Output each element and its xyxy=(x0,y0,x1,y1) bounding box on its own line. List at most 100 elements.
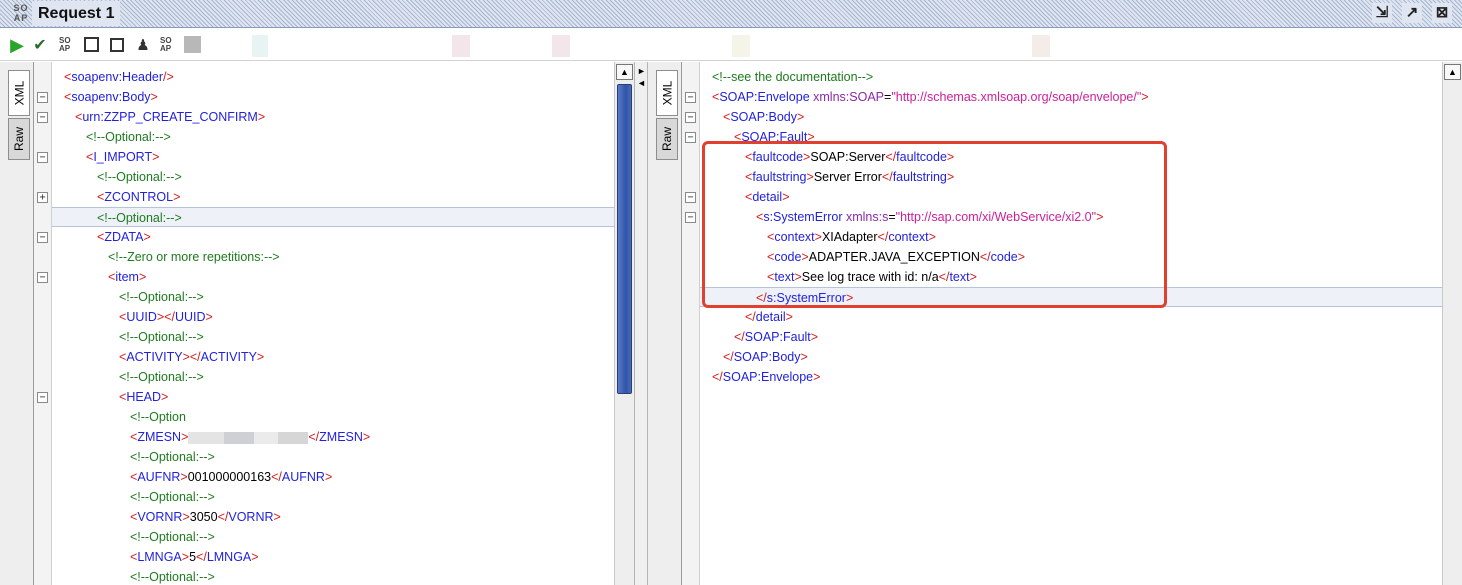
xml-token-el: context xyxy=(888,230,929,244)
code-line-content: </detail> xyxy=(700,310,793,324)
code-line-content: <SOAP:Body> xyxy=(700,110,804,124)
code-line[interactable]: <!--Zero or more repetitions:--> xyxy=(52,247,614,267)
tab-xml[interactable]: XML xyxy=(8,70,30,116)
xml-token-br: </ xyxy=(756,291,767,305)
detach-icon[interactable]: ⇲ xyxy=(1372,3,1392,23)
maximize-icon[interactable]: ↗ xyxy=(1402,3,1422,23)
redaction-mask xyxy=(1032,35,1050,57)
frame-icon[interactable] xyxy=(84,37,99,52)
pane-splitter[interactable]: ► ◄ xyxy=(634,62,648,585)
response-editor: XML Raw − − − − − <!--see the documentation-… xyxy=(648,62,1462,585)
code-line[interactable]: <detail> xyxy=(700,187,1442,207)
code-line[interactable]: <SOAP:Body> xyxy=(700,107,1442,127)
request-xml-code[interactable]: <soapenv:Header/> <soapenv:Body> <urn:ZZPP… xyxy=(52,62,614,585)
xml-token-br: > xyxy=(814,230,822,244)
vertical-scrollbar[interactable]: ▲ xyxy=(1442,62,1462,585)
collapse-node-icon[interactable]: − xyxy=(37,112,48,123)
redaction-mask xyxy=(452,35,470,57)
collapse-node-icon[interactable]: − xyxy=(685,112,696,123)
code-line[interactable]: <ZCONTROL> xyxy=(52,187,614,207)
code-line[interactable]: <LMNGA>5</LMNGA> xyxy=(52,547,614,567)
code-line-content: <!--Optional:--> xyxy=(52,370,204,384)
vertical-scrollbar[interactable]: ▲ xyxy=(614,62,634,585)
tab-raw[interactable]: Raw xyxy=(656,118,678,160)
submit-icon[interactable]: ▶ xyxy=(8,35,26,55)
code-line[interactable]: </SOAP:Fault> xyxy=(700,327,1442,347)
collapse-node-icon[interactable]: − xyxy=(37,232,48,243)
code-line[interactable]: <!--Optional:--> xyxy=(52,327,614,347)
code-line[interactable]: <faultcode>SOAP:Server</faultcode> xyxy=(700,147,1442,167)
code-line[interactable]: <!--Optional:--> xyxy=(52,287,614,307)
code-line[interactable]: </SOAP:Body> xyxy=(700,347,1442,367)
collapse-node-icon[interactable]: − xyxy=(37,152,48,163)
code-line[interactable]: <I_IMPORT> xyxy=(52,147,614,167)
expand-node-icon[interactable]: + xyxy=(37,192,48,203)
code-line[interactable]: <!--Option xyxy=(52,407,614,427)
scroll-thumb[interactable] xyxy=(617,84,632,394)
code-line[interactable]: </detail> xyxy=(700,307,1442,327)
tab-raw[interactable]: Raw xyxy=(8,118,30,160)
code-line[interactable]: <soapenv:Body> xyxy=(52,87,614,107)
tab-xml-label: XML xyxy=(660,80,674,106)
collapse-node-icon[interactable]: − xyxy=(37,392,48,403)
code-line[interactable]: <!--Optional:--> xyxy=(52,207,614,227)
code-line[interactable]: <AUFNR>001000000163</AUFNR> xyxy=(52,467,614,487)
code-line[interactable]: <s:SystemError xmlns:s="http://sap.com/x… xyxy=(700,207,1442,227)
xml-token-el: SOAP:Envelope xyxy=(722,370,814,384)
code-line[interactable]: </SOAP:Envelope> xyxy=(700,367,1442,387)
code-line[interactable]: <!--Optional:--> xyxy=(52,447,614,467)
code-line-content: <LMNGA>5</LMNGA> xyxy=(52,550,259,564)
xml-token-el: s:SystemError xyxy=(766,291,846,305)
code-line[interactable]: <urn:ZZPP_CREATE_CONFIRM> xyxy=(52,107,614,127)
code-line[interactable]: <!--Optional:--> xyxy=(52,527,614,547)
code-line[interactable]: <faultstring>Server Error</faultstring> xyxy=(700,167,1442,187)
code-line[interactable]: <text>See log trace with id: n/a</text> xyxy=(700,267,1442,287)
xml-token-br: > xyxy=(785,310,793,324)
square-icon[interactable] xyxy=(110,38,124,52)
code-line[interactable]: </s:SystemError> xyxy=(700,287,1442,307)
code-line[interactable]: <ACTIVITY></ACTIVITY> xyxy=(52,347,614,367)
code-line[interactable]: <VORNR>3050</VORNR> xyxy=(52,507,614,527)
scroll-up-icon[interactable]: ▲ xyxy=(616,64,633,80)
collapse-node-icon[interactable]: − xyxy=(685,92,696,103)
code-line[interactable]: <item> xyxy=(52,267,614,287)
code-line[interactable]: <!--Optional:--> xyxy=(52,167,614,187)
code-line[interactable]: <ZDATA> xyxy=(52,227,614,247)
code-line[interactable]: <!--see the documentation--> xyxy=(700,67,1442,87)
xml-token-com: <!--Option xyxy=(130,410,186,424)
redaction-mask xyxy=(552,35,570,57)
code-line[interactable]: <UUID></UUID> xyxy=(52,307,614,327)
soap-icon[interactable]: SO AP xyxy=(160,36,178,54)
scroll-up-icon[interactable]: ▲ xyxy=(1444,64,1461,80)
tab-xml[interactable]: XML xyxy=(656,70,678,116)
code-line[interactable]: <code>ADAPTER.JAVA_EXCEPTION</code> xyxy=(700,247,1442,267)
run-step-icon[interactable]: ✔ xyxy=(31,36,49,54)
fold-gutter: − − − − − xyxy=(682,62,700,585)
xml-token-val: "http://schemas.xmlsoap.org/soap/envelop… xyxy=(891,90,1142,104)
tab-raw-label: Raw xyxy=(660,126,675,152)
collapse-node-icon[interactable]: − xyxy=(685,192,696,203)
code-line[interactable]: <!--Optional:--> xyxy=(52,367,614,387)
response-xml-code[interactable]: <!--see the documentation--> <SOAP:Envelo… xyxy=(700,62,1442,585)
code-line[interactable]: <SOAP:Envelope xmlns:SOAP="http://schema… xyxy=(700,87,1442,107)
collapse-node-icon[interactable]: − xyxy=(685,132,696,143)
collapse-node-icon[interactable]: − xyxy=(685,212,696,223)
code-line[interactable]: <!--Optional:--> xyxy=(52,487,614,507)
code-line[interactable]: <!--Optional:--> xyxy=(52,567,614,585)
collapse-right-icon[interactable]: ► xyxy=(637,66,646,76)
code-line[interactable]: <ZMESN> </ZMESN> xyxy=(52,427,614,447)
code-line[interactable]: <HEAD> xyxy=(52,387,614,407)
code-line[interactable]: <SOAP:Fault> xyxy=(700,127,1442,147)
collapse-node-icon[interactable]: − xyxy=(37,272,48,283)
xml-token-el: s:SystemError xyxy=(763,210,843,224)
user-icon[interactable]: ♟ xyxy=(134,36,152,54)
soap-icon[interactable]: SO AP xyxy=(59,36,77,54)
code-line[interactable]: <context>XIAdapter</context> xyxy=(700,227,1442,247)
collapse-node-icon[interactable]: − xyxy=(37,92,48,103)
block-icon[interactable] xyxy=(184,36,201,53)
code-line[interactable]: <soapenv:Header/> xyxy=(52,67,614,87)
collapse-left-icon[interactable]: ◄ xyxy=(637,78,646,88)
code-line[interactable]: <!--Optional:--> xyxy=(52,127,614,147)
xml-token-br: > xyxy=(173,190,181,204)
close-icon[interactable]: ⊠ xyxy=(1432,3,1452,23)
